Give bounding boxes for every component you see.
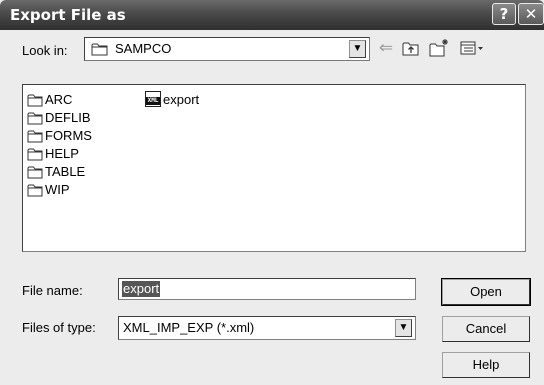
file-name-value: export	[122, 281, 161, 297]
dialog-title: Export File as	[10, 6, 126, 24]
folder-icon	[27, 183, 44, 200]
folder-label: WIP	[45, 182, 70, 197]
close-button[interactable]: ✕	[518, 3, 544, 25]
folder-label: DEFLIB	[45, 110, 91, 125]
cancel-button[interactable]: Cancel	[442, 316, 530, 342]
back-arrow-icon[interactable]: ⇐	[376, 36, 396, 60]
xml-file-icon: XML	[145, 91, 161, 107]
folder-label: FORMS	[45, 128, 92, 143]
open-button[interactable]: Open	[441, 278, 531, 306]
folder-icon	[27, 129, 44, 146]
look-in-value: SAMPCO	[115, 41, 172, 56]
folder-icon	[91, 42, 109, 59]
files-of-type-label: Files of type:	[22, 320, 96, 335]
chevron-down-icon[interactable]: ▼	[349, 40, 366, 58]
folder-label: HELP	[45, 146, 79, 161]
folder-label: TABLE	[45, 164, 86, 179]
title-bar[interactable]: Export File as ? ✕	[0, 0, 544, 30]
file-name-label: File name:	[22, 283, 83, 298]
help-title-button[interactable]: ?	[492, 3, 516, 25]
files-of-type-value: XML_IMP_EXP (*.xml)	[123, 320, 255, 335]
create-new-folder-icon[interactable]	[428, 36, 450, 60]
look-in-dropdown[interactable]: SAMPCO ▼	[84, 37, 370, 61]
folder-icon	[27, 111, 44, 128]
export-file-dialog: Export File as ? ✕ Look in: SAMPCO ▼ ⇐ A…	[0, 0, 544, 385]
files-of-type-dropdown[interactable]: XML_IMP_EXP (*.xml) ▼	[118, 316, 416, 340]
folder-icon	[27, 165, 44, 182]
view-menu-icon[interactable]	[458, 36, 486, 60]
chevron-down-icon[interactable]: ▼	[395, 319, 412, 337]
file-label: export	[163, 92, 200, 107]
file-name-input[interactable]: export	[118, 278, 416, 300]
file-list[interactable]: ARC DEFLIB FORMS HELP TABLE WIP XML expo…	[22, 84, 526, 252]
up-one-level-icon[interactable]	[400, 36, 422, 60]
folder-icon	[27, 93, 44, 110]
look-in-label: Look in:	[22, 43, 68, 58]
folder-icon	[27, 147, 44, 164]
help-button[interactable]: Help	[442, 352, 530, 378]
folder-label: ARC	[45, 92, 73, 107]
